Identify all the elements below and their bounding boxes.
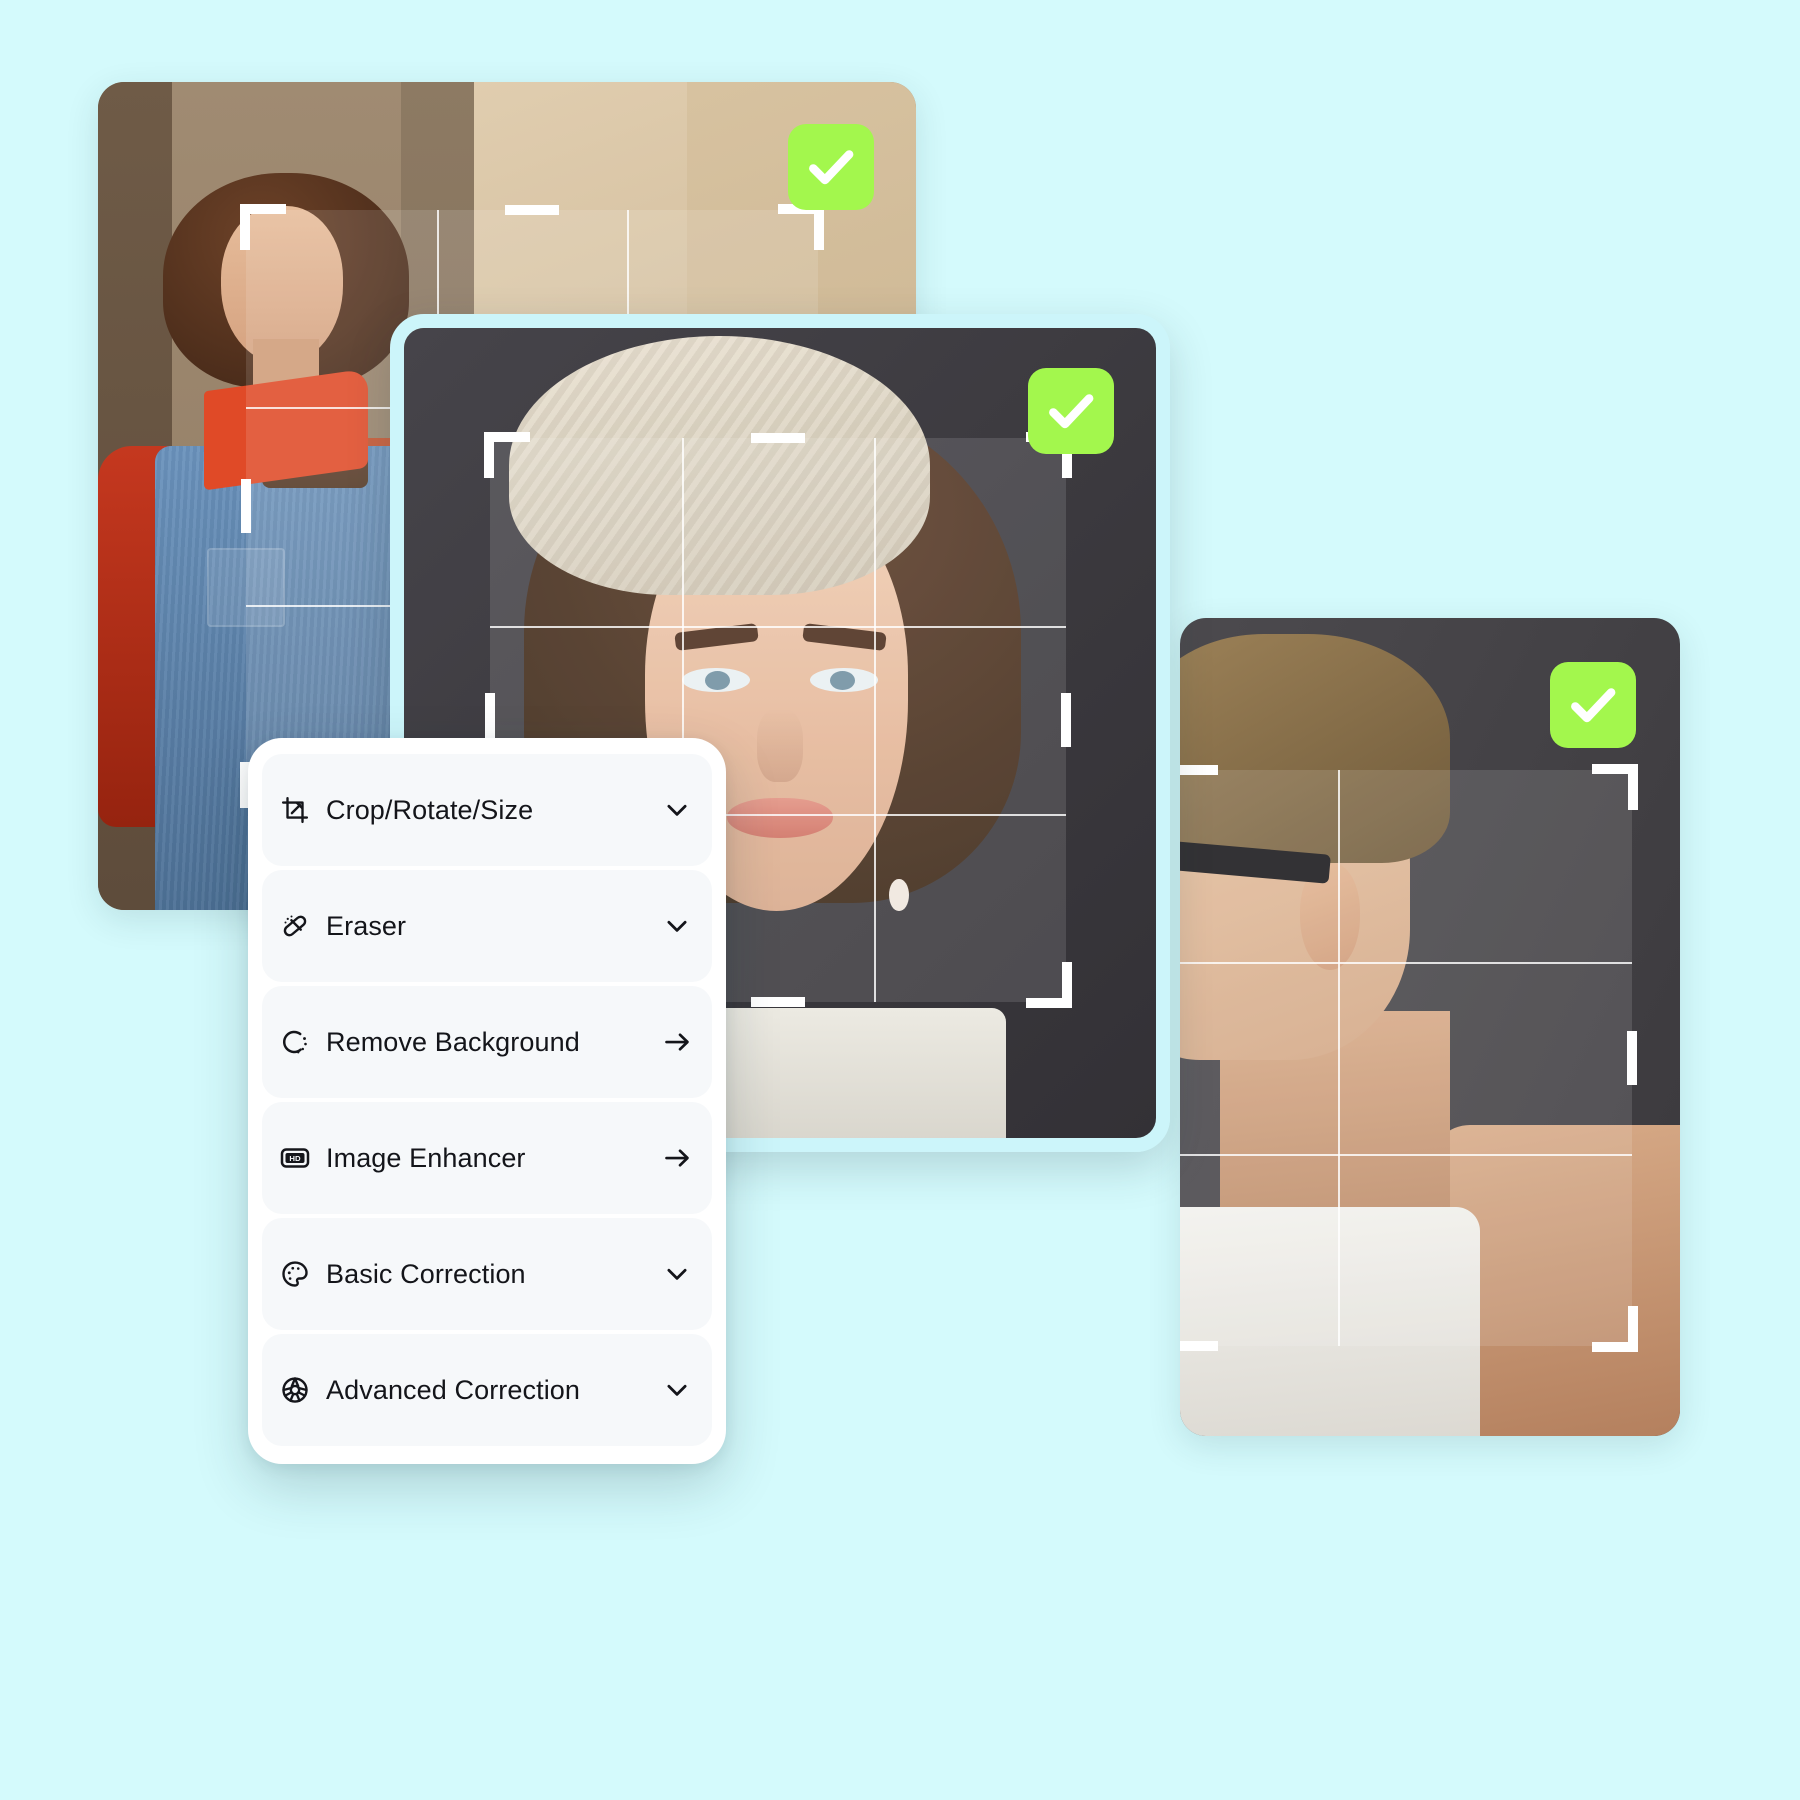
menu-item-basic-correction[interactable]: Basic Correction xyxy=(262,1218,712,1330)
crop-icon xyxy=(278,793,312,827)
menu-item-image-enhancer[interactable]: HD Image Enhancer xyxy=(262,1102,712,1214)
menu-item-label: Remove Background xyxy=(326,1026,580,1057)
palette-icon xyxy=(278,1257,312,1291)
hd-badge-icon: HD xyxy=(278,1141,312,1175)
menu-item-advanced-correction[interactable]: Advanced Correction xyxy=(262,1334,712,1446)
chevron-down-icon[interactable] xyxy=(660,1257,694,1291)
menu-item-label: Eraser xyxy=(326,910,407,941)
status-badge-verified xyxy=(1550,662,1636,748)
menu-item-label: Basic Correction xyxy=(326,1258,526,1289)
menu-item-crop-rotate-size[interactable]: Crop/Rotate/Size xyxy=(262,754,712,866)
photo-card-man-tank-top[interactable] xyxy=(1180,618,1680,1436)
editor-canvas: Crop/Rotate/Size Eraser Remove Backgroun… xyxy=(0,0,1800,1800)
check-icon xyxy=(1049,394,1094,429)
menu-item-label: Image Enhancer xyxy=(326,1142,526,1173)
chevron-down-icon[interactable] xyxy=(660,793,694,827)
chevron-down-icon[interactable] xyxy=(660,909,694,943)
arrow-right-icon[interactable] xyxy=(660,1141,694,1175)
svg-text:HD: HD xyxy=(289,1154,301,1163)
remove-background-icon xyxy=(278,1025,312,1059)
eraser-icon xyxy=(278,909,312,943)
chevron-down-icon[interactable] xyxy=(660,1373,694,1407)
arrow-right-icon[interactable] xyxy=(660,1025,694,1059)
color-wheel-icon xyxy=(278,1373,312,1407)
menu-item-remove-background[interactable]: Remove Background xyxy=(262,986,712,1098)
tool-menu-panel: Crop/Rotate/Size Eraser Remove Backgroun… xyxy=(248,738,726,1464)
check-icon xyxy=(809,150,854,185)
status-badge-verified xyxy=(788,124,874,210)
menu-item-eraser[interactable]: Eraser xyxy=(262,870,712,982)
check-icon xyxy=(1571,688,1616,723)
menu-item-label: Crop/Rotate/Size xyxy=(326,794,534,825)
status-badge-verified xyxy=(1028,368,1114,454)
menu-item-label: Advanced Correction xyxy=(326,1374,581,1405)
